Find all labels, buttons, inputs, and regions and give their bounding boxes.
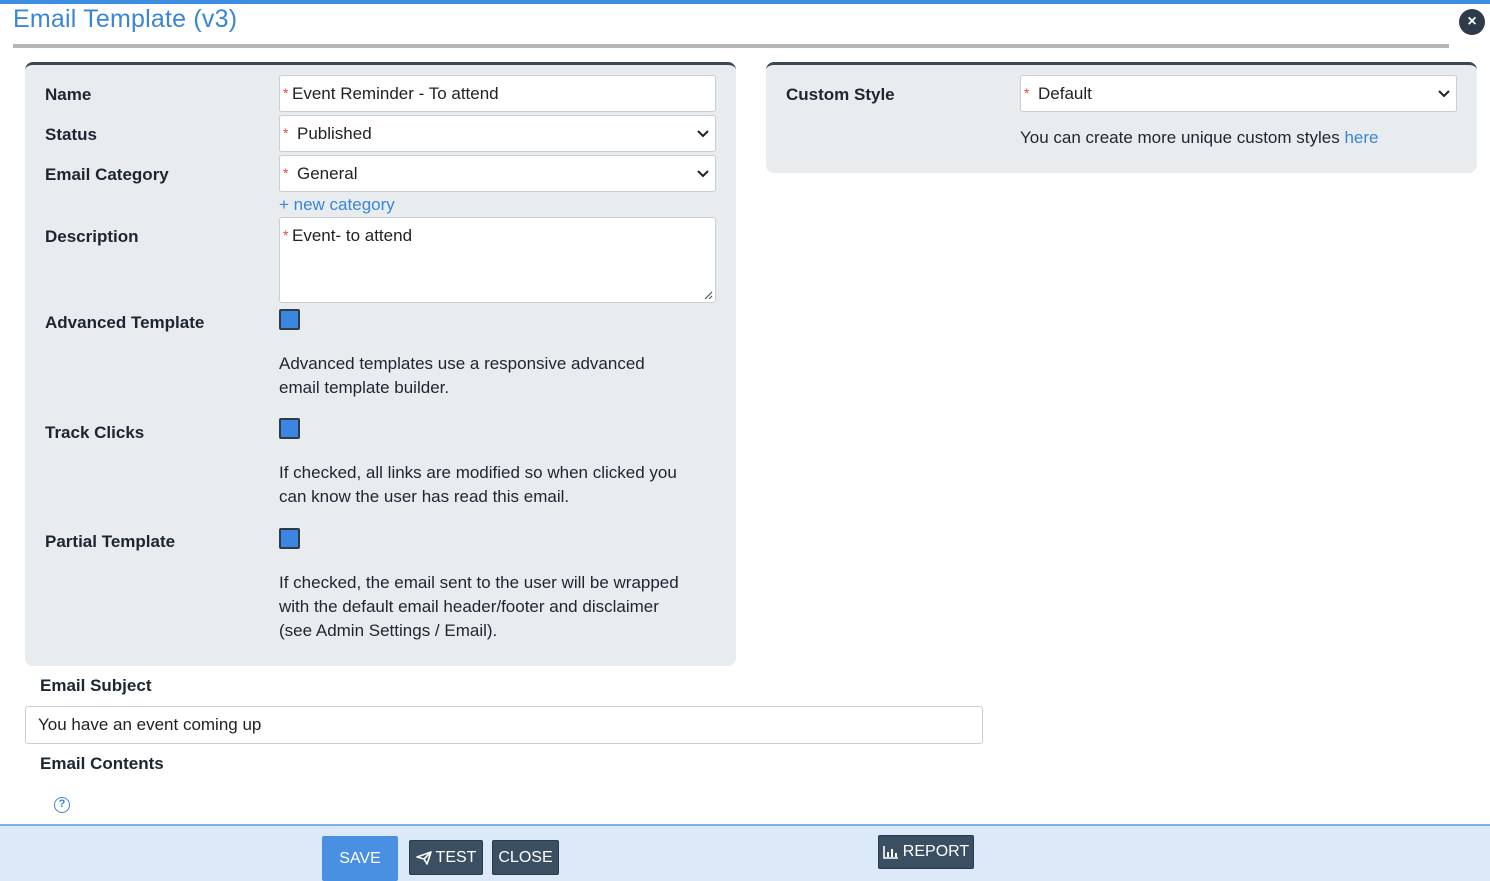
track-clicks-help: If checked, all links are modified so wh… — [279, 461, 677, 509]
resize-handle-icon[interactable] — [703, 290, 713, 300]
test-button[interactable]: TEST — [409, 840, 483, 875]
partial-template-checkbox[interactable] — [279, 528, 300, 549]
test-button-label: TEST — [435, 848, 477, 866]
question-circle-icon[interactable]: ? — [54, 797, 70, 813]
close-button[interactable]: CLOSE — [492, 840, 559, 875]
email-category-select[interactable]: * General — [279, 155, 716, 192]
email-subject-input[interactable]: You have an event coming up — [25, 706, 983, 744]
description-value: Event- to attend — [292, 226, 413, 245]
chevron-down-icon — [697, 129, 709, 137]
chevron-down-icon — [1438, 89, 1450, 97]
close-icon[interactable]: × — [1459, 9, 1485, 35]
track-clicks-checkbox[interactable] — [279, 418, 300, 439]
paper-plane-icon — [415, 850, 432, 865]
required-marker: * — [1024, 85, 1030, 101]
title-divider — [13, 44, 1449, 48]
custom-style-label: Custom Style — [786, 85, 895, 104]
required-marker: * — [283, 125, 289, 141]
description-label: Description — [45, 227, 139, 246]
help-line: Advanced templates use a responsive adva… — [279, 354, 645, 373]
email-category-value: General — [297, 163, 358, 183]
name-input[interactable]: * Event Reminder - To attend — [279, 75, 716, 112]
help-line: (see Admin Settings / Email). — [279, 621, 498, 640]
help-line: can know the user has read this email. — [279, 487, 570, 506]
required-marker: * — [283, 165, 289, 181]
status-select[interactable]: * Published — [279, 115, 716, 152]
help-line: email template builder. — [279, 378, 450, 397]
save-button[interactable]: SAVE — [322, 836, 398, 881]
track-clicks-label: Track Clicks — [45, 423, 145, 442]
help-line: with the default email header/footer and… — [279, 597, 659, 616]
top-accent-bar — [0, 0, 1490, 4]
report-button-label: REPORT — [902, 843, 970, 860]
email-category-label: Email Category — [45, 165, 169, 184]
advanced-template-help: Advanced templates use a responsive adva… — [279, 352, 645, 400]
report-button[interactable]: REPORT — [878, 835, 974, 869]
save-button-label: SAVE — [339, 849, 381, 867]
status-label: Status — [45, 125, 97, 144]
new-category-link[interactable]: + new category — [279, 195, 395, 215]
custom-style-select[interactable]: * Default — [1020, 75, 1457, 112]
email-subject-value: You have an event coming up — [38, 715, 262, 734]
custom-styles-here-link[interactable]: here — [1344, 128, 1378, 147]
help-line: If checked, the email sent to the user w… — [279, 573, 679, 592]
required-marker: * — [283, 227, 289, 243]
email-contents-label: Email Contents — [40, 754, 164, 773]
status-value: Published — [297, 123, 372, 143]
custom-style-value: Default — [1038, 83, 1092, 103]
bar-chart-icon — [882, 846, 898, 859]
advanced-template-checkbox[interactable] — [279, 309, 300, 330]
email-subject-label: Email Subject — [40, 676, 152, 695]
close-button-label: CLOSE — [498, 848, 553, 866]
partial-template-label: Partial Template — [45, 532, 176, 551]
chevron-down-icon — [697, 169, 709, 177]
required-marker: * — [283, 85, 289, 101]
help-line: If checked, all links are modified so wh… — [279, 463, 677, 482]
page-title: Email Template (v3) — [13, 5, 238, 33]
advanced-template-label: Advanced Template — [45, 313, 205, 332]
description-textarea[interactable]: * Event- to attend — [279, 217, 716, 303]
custom-style-help-text: You can create more unique custom styles — [1020, 128, 1345, 147]
custom-style-help: You can create more unique custom styles… — [1020, 126, 1378, 150]
name-value: Event Reminder - To attend — [292, 83, 499, 103]
partial-template-help: If checked, the email sent to the user w… — [279, 571, 679, 643]
action-bar — [0, 824, 1490, 881]
name-label: Name — [45, 85, 92, 104]
